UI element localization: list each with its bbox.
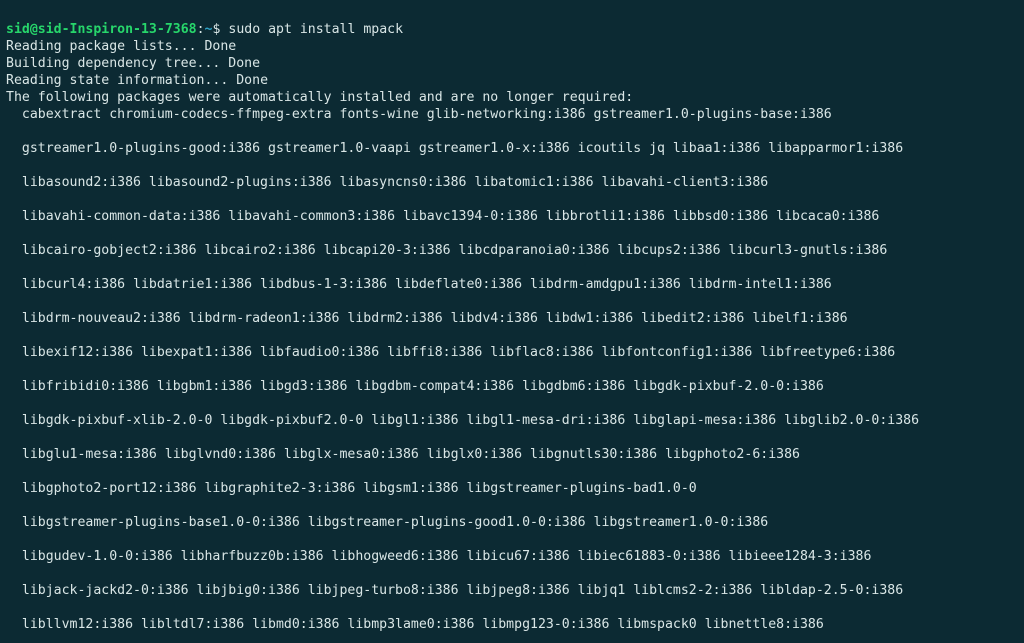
package-line: libasound2:i386 libasound2-plugins:i386 … xyxy=(6,174,1018,191)
prompt-at: @ xyxy=(30,22,38,37)
package-line: libfribidi0:i386 libgbm1:i386 libgd3:i38… xyxy=(6,378,1018,395)
package-line: libavahi-common-data:i386 libavahi-commo… xyxy=(6,208,1018,225)
package-line: libcairo-gobject2:i386 libcairo2:i386 li… xyxy=(6,242,1018,259)
package-line: libcurl4:i386 libdatrie1:i386 libdbus-1-… xyxy=(6,276,1018,293)
package-line: libllvm12:i386 libltdl7:i386 libmd0:i386… xyxy=(6,616,1018,633)
prompt-line: sid@sid-Inspiron-13-7368:~$ sudo apt ins… xyxy=(6,22,403,37)
output-line: Reading state information... Done xyxy=(6,73,268,88)
package-line: libgphoto2-port12:i386 libgraphite2-3:i3… xyxy=(6,480,1018,497)
prompt-host: sid-Inspiron-13-7368 xyxy=(38,22,197,37)
output-line: Reading package lists... Done xyxy=(6,39,236,54)
package-line: libdrm-nouveau2:i386 libdrm-radeon1:i386… xyxy=(6,310,1018,327)
package-line: libexif12:i386 libexpat1:i386 libfaudio0… xyxy=(6,344,1018,361)
output-line: The following packages were automaticall… xyxy=(6,90,633,105)
package-line: libgstreamer-plugins-base1.0-0:i386 libg… xyxy=(6,514,1018,531)
prompt-dollar: $ xyxy=(212,22,228,37)
output-line: Building dependency tree... Done xyxy=(6,56,260,71)
terminal-output[interactable]: sid@sid-Inspiron-13-7368:~$ sudo apt ins… xyxy=(0,0,1024,643)
prompt-colon: : xyxy=(197,22,205,37)
package-line: cabextract chromium-codecs-ffmpeg-extra … xyxy=(6,106,1018,123)
prompt-user: sid xyxy=(6,22,30,37)
command-text: sudo apt install mpack xyxy=(228,22,403,37)
package-line: libgdk-pixbuf-xlib-2.0-0 libgdk-pixbuf2.… xyxy=(6,412,1018,429)
package-line: libjack-jackd2-0:i386 libjbig0:i386 libj… xyxy=(6,582,1018,599)
package-line: libglu1-mesa:i386 libglvnd0:i386 libglx-… xyxy=(6,446,1018,463)
package-line: libgudev-1.0-0:i386 libharfbuzz0b:i386 l… xyxy=(6,548,1018,565)
package-line: gstreamer1.0-plugins-good:i386 gstreamer… xyxy=(6,140,1018,157)
